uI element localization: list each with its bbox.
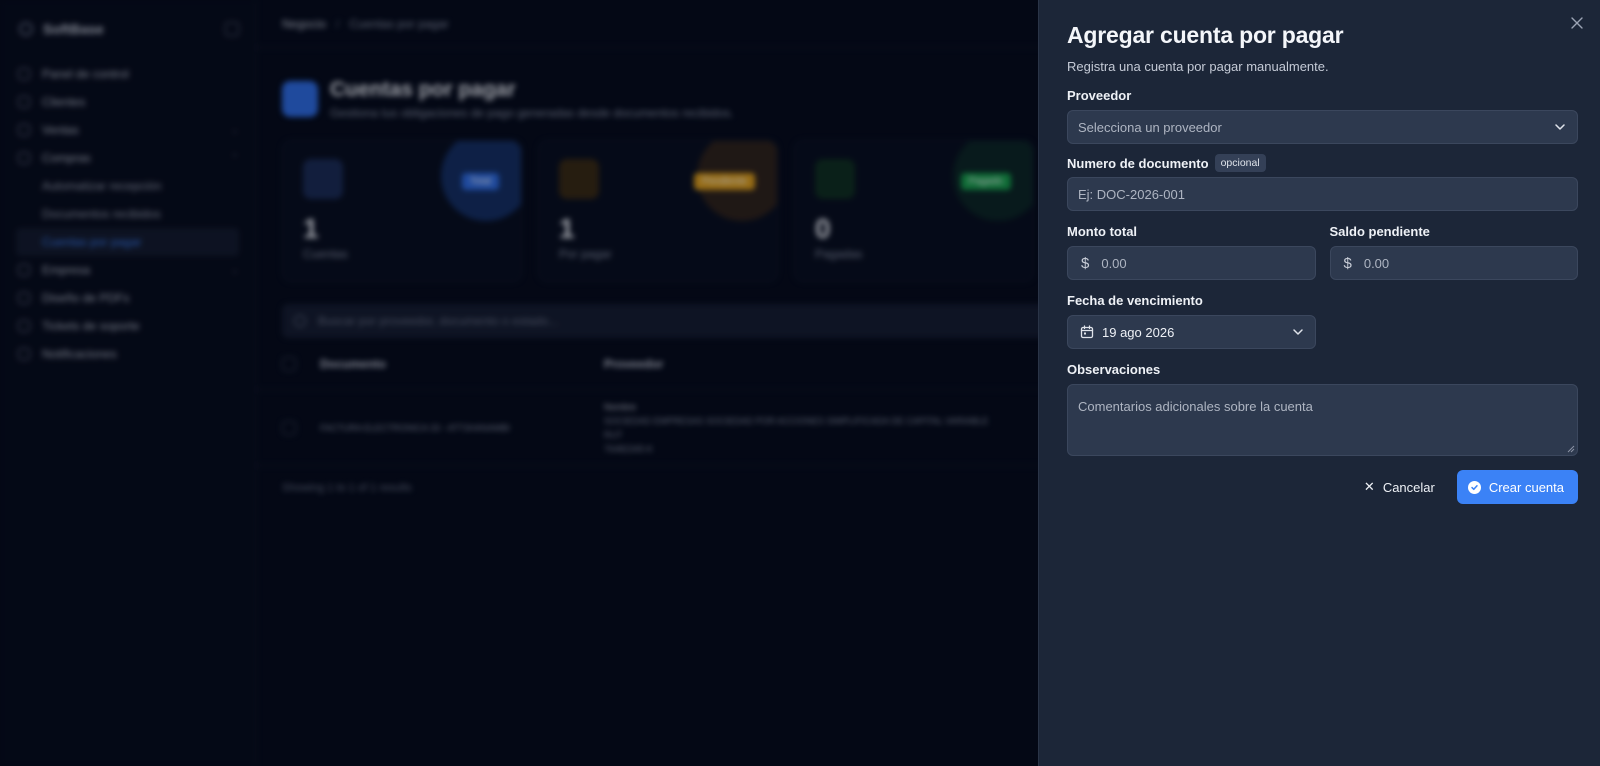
monto-total-input[interactable]: $ 0.00 bbox=[1067, 246, 1316, 280]
chevron-down-icon bbox=[1553, 120, 1567, 134]
close-icon: ✕ bbox=[1363, 479, 1375, 494]
fecha-row: Fecha de vencimiento 19 ago 2026 bbox=[1067, 293, 1578, 349]
fecha-vencimiento-picker[interactable]: 19 ago 2026 bbox=[1067, 315, 1316, 349]
sheet-title: Agregar cuenta por pagar bbox=[1067, 22, 1344, 48]
fecha-value: 19 ago 2026 bbox=[1102, 324, 1175, 340]
dollar-icon: $ bbox=[1081, 254, 1090, 272]
monto-label: Monto total bbox=[1067, 224, 1138, 239]
resize-handle-icon[interactable] bbox=[1567, 445, 1575, 453]
observaciones-placeholder: Comentarios adicionales sobre la cuenta bbox=[1078, 399, 1313, 414]
proveedor-field-group: Proveedor Selecciona un proveedor bbox=[1067, 88, 1578, 144]
dollar-icon: $ bbox=[1343, 254, 1352, 272]
proveedor-placeholder: Selecciona un proveedor bbox=[1078, 119, 1222, 135]
chevron-down-icon bbox=[1291, 325, 1305, 339]
calendar-icon bbox=[1080, 325, 1094, 339]
fecha-field-group: Fecha de vencimiento 19 ago 2026 bbox=[1067, 293, 1316, 349]
documento-label: Numero de documento bbox=[1067, 155, 1209, 171]
saldo-field-group: Saldo pendiente $ 0.00 bbox=[1329, 224, 1578, 280]
fecha-label: Fecha de vencimiento bbox=[1067, 293, 1203, 308]
saldo-pendiente-input[interactable]: $ 0.00 bbox=[1329, 246, 1578, 280]
cancel-button[interactable]: ✕ Cancelar bbox=[1352, 470, 1447, 504]
close-button[interactable] bbox=[1568, 14, 1586, 32]
documento-label-row: Numero de documento opcional bbox=[1067, 154, 1578, 172]
close-icon bbox=[1571, 17, 1583, 29]
form-actions: ✕ Cancelar Crear cuenta bbox=[1067, 470, 1578, 504]
saldo-placeholder: 0.00 bbox=[1363, 255, 1390, 271]
observaciones-label: Observaciones bbox=[1067, 362, 1161, 377]
proveedor-label: Proveedor bbox=[1067, 88, 1132, 103]
documento-placeholder: Ej: DOC-2026-001 bbox=[1078, 186, 1185, 202]
sheet-description: Registra una cuenta por pagar manualment… bbox=[1067, 59, 1329, 74]
cancel-button-label: Cancelar bbox=[1382, 479, 1435, 495]
amounts-row: Monto total $ 0.00 Saldo pendiente $ 0.0… bbox=[1067, 224, 1578, 280]
add-account-sheet: Agregar cuenta por pagar Registra una cu… bbox=[1038, 0, 1600, 766]
documento-field-group: Numero de documento opcional Ej: DOC-202… bbox=[1067, 154, 1578, 211]
monto-field-group: Monto total $ 0.00 bbox=[1067, 224, 1316, 280]
check-circle-icon bbox=[1467, 480, 1481, 494]
documento-input[interactable]: Ej: DOC-2026-001 bbox=[1067, 177, 1578, 211]
proveedor-select[interactable]: Selecciona un proveedor bbox=[1067, 110, 1578, 144]
create-account-button-label: Crear cuenta bbox=[1488, 479, 1564, 495]
observaciones-field-group: Observaciones Comentarios adicionales so… bbox=[1067, 362, 1578, 456]
saldo-label: Saldo pendiente bbox=[1329, 224, 1430, 239]
monto-placeholder: 0.00 bbox=[1101, 255, 1127, 271]
observaciones-textarea[interactable]: Comentarios adicionales sobre la cuenta bbox=[1067, 384, 1578, 456]
create-account-button[interactable]: Crear cuenta bbox=[1456, 470, 1578, 504]
optional-badge: opcional bbox=[1214, 154, 1266, 172]
